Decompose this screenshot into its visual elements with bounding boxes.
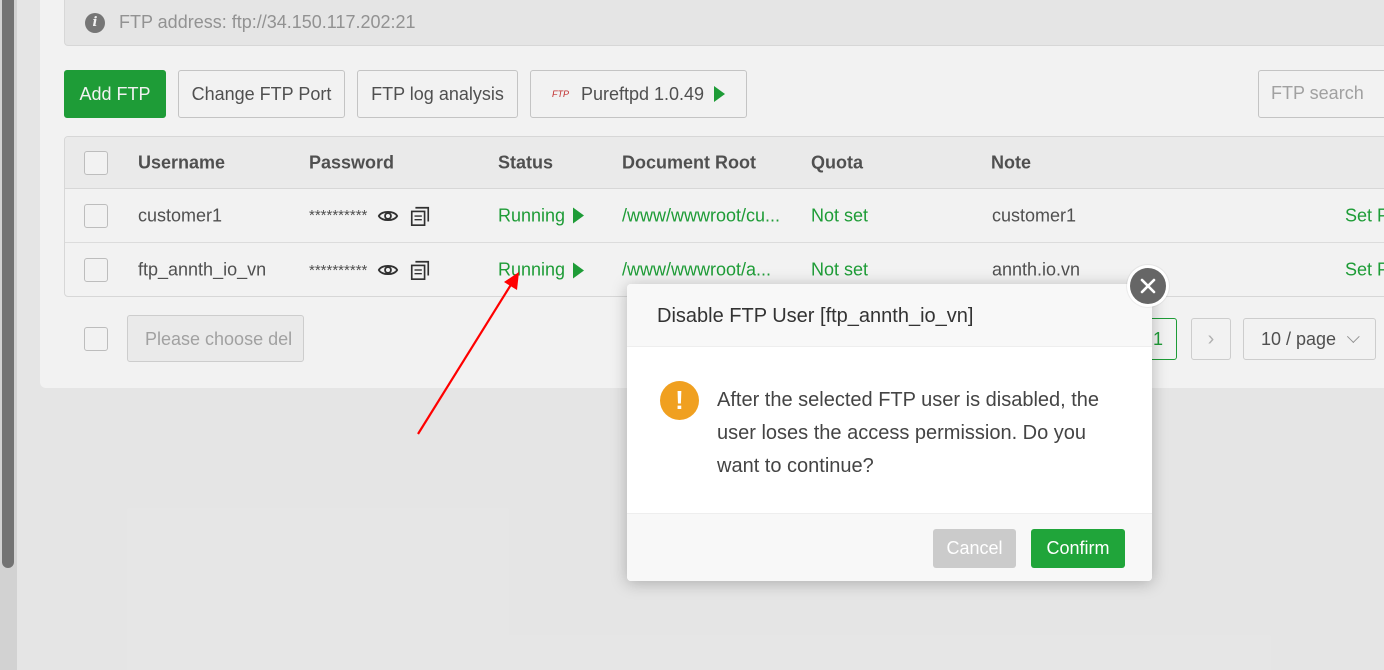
close-icon bbox=[1130, 268, 1166, 304]
warning-icon: ! bbox=[660, 381, 699, 420]
confirm-button[interactable]: Confirm bbox=[1031, 529, 1125, 568]
dialog-message: After the selected FTP user is disabled,… bbox=[717, 389, 1100, 477]
dialog-close-button[interactable] bbox=[1127, 265, 1169, 307]
dialog-header: Disable FTP User [ftp_annth_io_vn] bbox=[627, 284, 1152, 347]
dialog-body: ! After the selected FTP user is disable… bbox=[627, 347, 1152, 513]
cancel-button[interactable]: Cancel bbox=[933, 529, 1016, 568]
disable-ftp-dialog: Disable FTP User [ftp_annth_io_vn] ! Aft… bbox=[627, 284, 1152, 581]
dialog-footer: Cancel Confirm bbox=[627, 513, 1152, 581]
dialog-title: Disable FTP User [ftp_annth_io_vn] bbox=[657, 305, 974, 327]
